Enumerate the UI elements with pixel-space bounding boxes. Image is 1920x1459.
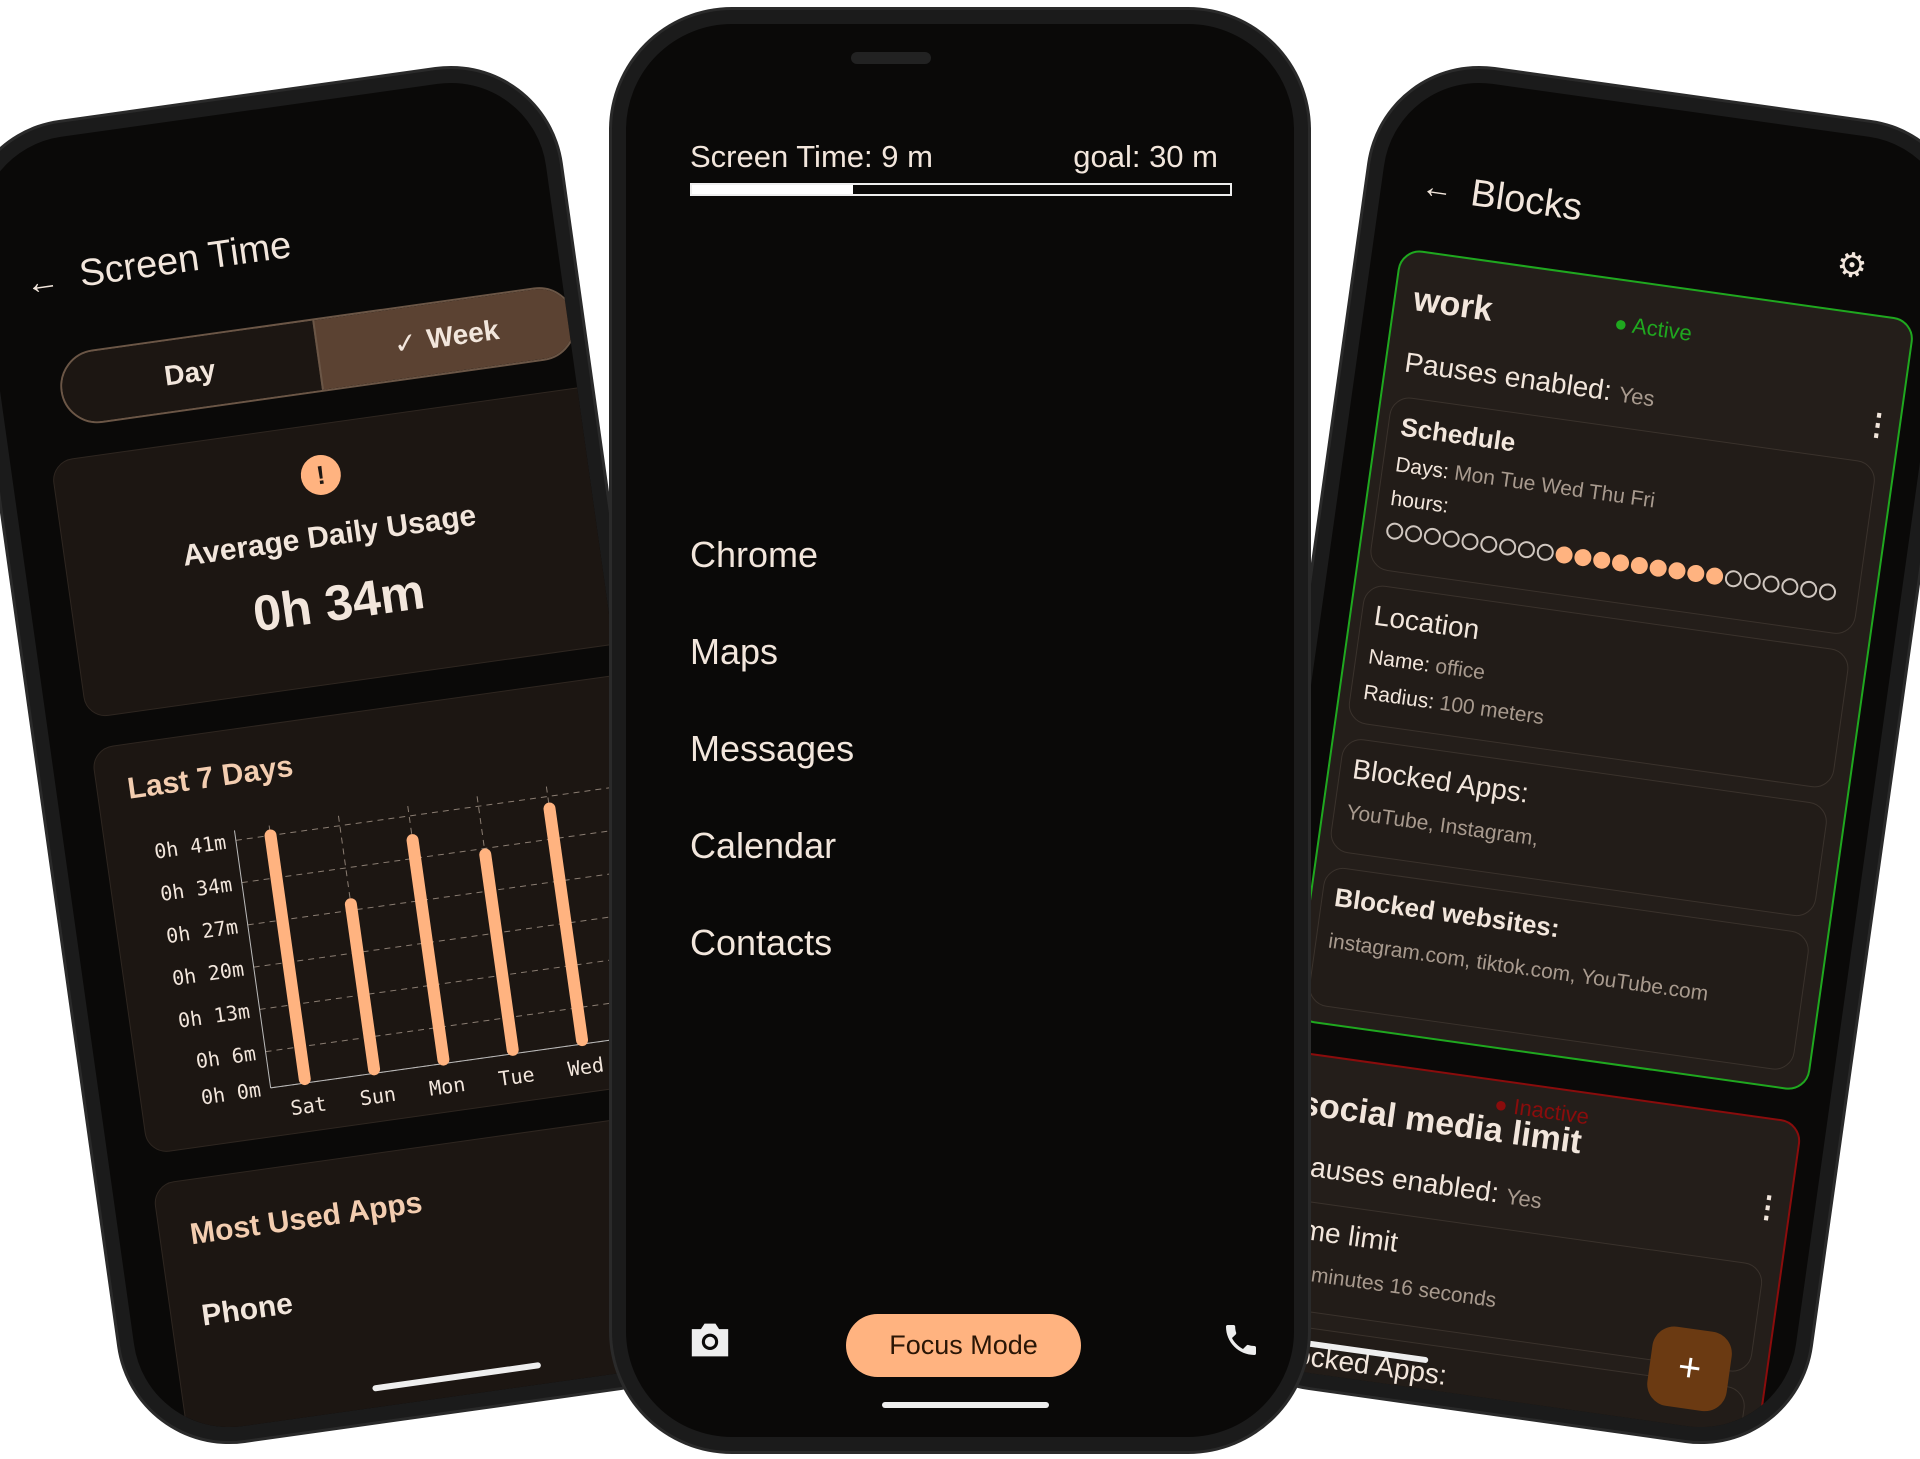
back-arrow-icon[interactable]: ←	[23, 261, 62, 304]
gear-icon[interactable]: ⚙	[1834, 244, 1870, 288]
hour-dot	[1403, 524, 1424, 544]
grid-line	[247, 864, 674, 926]
block-name: work	[1411, 280, 1495, 329]
hours-label: hours:	[1389, 486, 1451, 518]
y-tick-label: 0h 27m	[165, 914, 240, 948]
check-icon: ✓	[391, 325, 420, 360]
screen-time-progress-bar	[690, 183, 1232, 196]
hour-dot	[1441, 529, 1461, 549]
launcher-phone: Screen Time: 9 m goal: 30 m Chrome Maps …	[612, 10, 1308, 1451]
location-title: Location	[1372, 599, 1482, 646]
hour-dot	[1460, 532, 1480, 552]
hour-dot	[1761, 574, 1781, 594]
hour-dot	[1535, 542, 1555, 563]
hour-dot	[1686, 564, 1706, 584]
app-list: Chrome Maps Messages Calendar Contacts	[690, 534, 854, 1019]
location-name: Name: office	[1366, 645, 1487, 685]
x-tick-label: Tue	[497, 1062, 536, 1091]
blocked-apps-title: Blocked Apps:	[1350, 753, 1531, 809]
hour-dot	[1648, 558, 1668, 579]
bar-sun	[344, 898, 381, 1076]
stopwatch-icon: !	[298, 452, 344, 498]
add-block-button[interactable]: +	[1644, 1323, 1735, 1415]
hour-dot	[1385, 521, 1405, 542]
time-limit-value: 27 minutes 16 seconds	[1280, 1259, 1498, 1313]
bar-sat	[264, 829, 311, 1086]
x-tick-label: Sun	[358, 1082, 397, 1111]
bar-mon	[406, 834, 450, 1066]
more-options-icon[interactable]: ⋮	[1750, 1188, 1785, 1227]
app-list-item[interactable]: Phone	[199, 1287, 295, 1333]
hour-dot	[1554, 545, 1574, 565]
hour-dot	[1479, 535, 1499, 555]
back-arrow-icon[interactable]: ←	[1419, 167, 1456, 208]
status-badge: ● Active	[1612, 310, 1694, 346]
hour-dot	[1723, 569, 1743, 589]
hour-dot	[1498, 537, 1518, 557]
x-tick-label: Mon	[428, 1072, 467, 1101]
y-tick-label: 0h 34m	[159, 872, 234, 906]
bar-wed	[543, 802, 589, 1047]
app-maps[interactable]: Maps	[690, 631, 854, 728]
camera-icon[interactable]	[688, 1320, 732, 1360]
location-radius: Radius: 100 meters	[1361, 680, 1546, 730]
home-indicator	[882, 1402, 1049, 1408]
app-calendar[interactable]: Calendar	[690, 825, 854, 922]
y-tick-label: 0h 41m	[153, 830, 228, 864]
segment-week[interactable]: ✓ Week	[312, 284, 579, 390]
blocked-websites-value: instagram.com, tiktok.com, YouTube.com	[1326, 929, 1710, 1006]
block-card-work[interactable]: work ● Active ⋮ Pauses enabled: Yes Sche…	[1292, 247, 1916, 1093]
plus-icon: +	[1675, 1344, 1705, 1392]
hour-dot	[1610, 553, 1631, 573]
x-tick-label: Sat	[289, 1091, 328, 1120]
grid-line	[241, 822, 668, 884]
app-contacts[interactable]: Contacts	[690, 922, 854, 1019]
more-options-icon[interactable]: ⋮	[1860, 406, 1895, 445]
page-title: Screen Time	[76, 224, 294, 296]
app-messages[interactable]: Messages	[690, 728, 854, 825]
goal-label: goal: 30 m	[1073, 139, 1218, 174]
chart-title: Last 7 Days	[125, 749, 296, 806]
most-used-title: Most Used Apps	[188, 1186, 425, 1252]
x-tick-label: Wed	[566, 1052, 605, 1081]
grid-line	[235, 779, 662, 841]
average-usage-card: ! Average Daily Usage 0h 34m	[50, 383, 642, 719]
hour-dot	[1516, 540, 1537, 560]
hour-dot	[1629, 556, 1649, 576]
hour-dot	[1799, 579, 1819, 600]
phone-icon[interactable]	[1221, 1320, 1261, 1360]
hour-dot	[1817, 582, 1838, 602]
focus-mode-button[interactable]: Focus Mode	[846, 1314, 1081, 1377]
segment-day[interactable]: Day	[57, 320, 323, 426]
y-tick-label: 0h 0m	[199, 1077, 262, 1109]
hour-dot	[1422, 527, 1442, 547]
last-7-days-card: Last 7 Days 0h 0m 0h 6m 0h 13m 0h 20m 0h 27m…	[90, 670, 703, 1155]
schedule-title: Schedule	[1398, 411, 1518, 458]
blocked-apps-value: YouTube, Instagram,	[1345, 800, 1540, 851]
hour-dot	[1780, 577, 1800, 597]
app-chrome[interactable]: Chrome	[690, 534, 854, 631]
hours-indicator	[1385, 521, 1839, 603]
speaker-grille	[851, 52, 931, 64]
page-title: Blocks	[1468, 172, 1585, 230]
hour-dot	[1704, 566, 1725, 586]
blocks-phone: ← Blocks work ● Active ⋮ Pauses enabled:…	[1200, 54, 1920, 1456]
y-tick-label: 0h 13m	[177, 999, 252, 1033]
progress-fill	[692, 185, 854, 194]
hour-dot	[1592, 550, 1612, 571]
y-tick-label: 0h 20m	[171, 957, 246, 991]
hour-dot	[1573, 548, 1593, 568]
block-name: social media limit	[1298, 1084, 1585, 1162]
screen-time-label: Screen Time: 9 m	[690, 139, 933, 174]
hour-dot	[1667, 561, 1687, 581]
y-tick-label: 0h 6m	[194, 1041, 257, 1073]
hour-dot	[1742, 572, 1762, 592]
